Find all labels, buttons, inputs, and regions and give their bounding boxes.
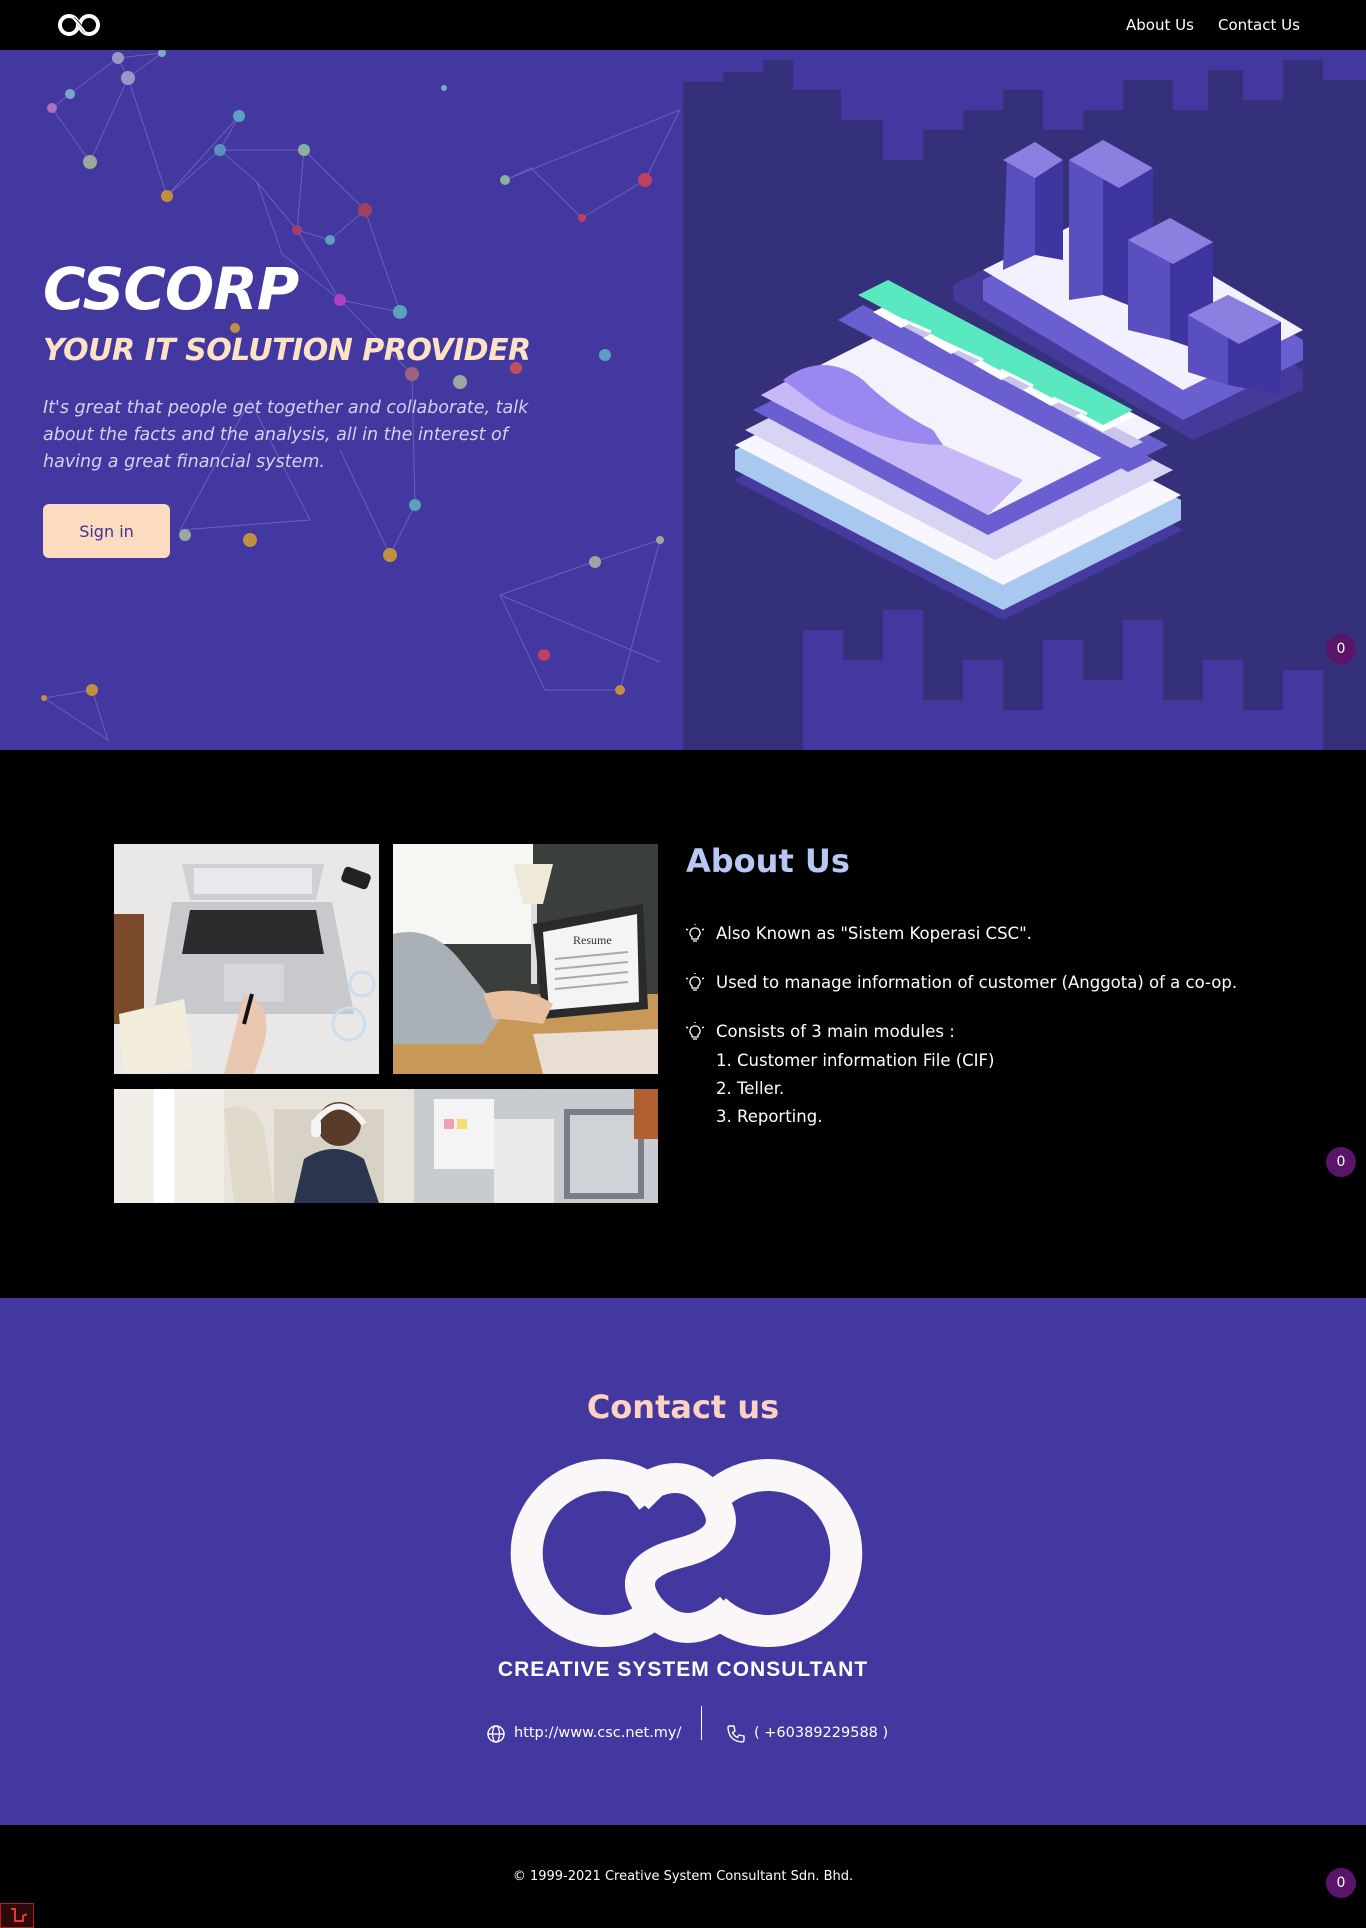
isometric-dashboard-illustration: [683, 60, 1366, 750]
lightbulb-icon: [686, 1022, 704, 1040]
module-item-cif: 1. Customer information File (CIF): [716, 1051, 995, 1070]
nav-contact-us-link[interactable]: Contact Us: [1218, 16, 1300, 34]
resume-laptop-photo: Resume: [393, 844, 658, 1074]
lightbulb-icon: [686, 924, 704, 942]
contact-us-section: Contact us CREATIVE SYSTEM CONSULTANT ht…: [0, 1298, 1366, 1825]
phone-icon: [727, 1725, 745, 1743]
phone-number[interactable]: ( +60389229588 ): [754, 1725, 888, 1741]
contact-us-heading: Contact us: [586, 1388, 780, 1426]
nav-about-us-link[interactable]: About Us: [1126, 16, 1194, 34]
office-worker-headphones-photo: [114, 1089, 658, 1203]
hero-title: CSCORP: [43, 255, 299, 323]
about-us-section: Resume About Us Also Known as "Sistem Ko…: [0, 750, 1366, 1298]
about-bullet-text: Also Known as "Sistem Koperasi CSC".: [716, 924, 1032, 943]
about-bullet-text: Used to manage information of customer (…: [716, 973, 1238, 992]
globe-icon: [487, 1725, 505, 1743]
notification-badge[interactable]: 0: [1326, 1868, 1356, 1898]
copyright-text: © 1999-2021 Creative System Consultant S…: [512, 1869, 854, 1884]
lightbulb-icon: [686, 973, 704, 991]
contact-divider: [701, 1706, 702, 1740]
csc-company-logo: [510, 1459, 863, 1647]
company-name: CREATIVE SYSTEM CONSULTANT: [497, 1658, 869, 1681]
notification-badge[interactable]: 0: [1326, 1147, 1356, 1177]
top-navbar: About Us Contact Us: [0, 0, 1366, 50]
website-url[interactable]: http://www.csc.net.my/: [514, 1725, 681, 1741]
about-bullet-text: Consists of 3 main modules :: [716, 1022, 955, 1041]
module-item-reporting: 3. Reporting.: [716, 1107, 823, 1126]
footer: © 1999-2021 Creative System Consultant S…: [0, 1825, 1366, 1928]
module-item-teller: 2. Teller.: [716, 1079, 785, 1098]
laptop-desk-photo: [114, 844, 379, 1074]
sign-in-button[interactable]: Sign in: [43, 504, 170, 558]
notification-badge[interactable]: 0: [1326, 634, 1356, 664]
hero-description: It's great that people get together and …: [43, 398, 529, 472]
svg-text:Resume: Resume: [573, 933, 612, 947]
hero-section: CSCORP YOUR IT SOLUTION PROVIDER It's gr…: [0, 50, 1366, 750]
hero-subtitle: YOUR IT SOLUTION PROVIDER: [43, 333, 531, 368]
about-us-heading: About Us: [686, 842, 850, 880]
csc-logo-icon[interactable]: [56, 12, 102, 38]
laravel-debug-icon[interactable]: [0, 1903, 34, 1928]
